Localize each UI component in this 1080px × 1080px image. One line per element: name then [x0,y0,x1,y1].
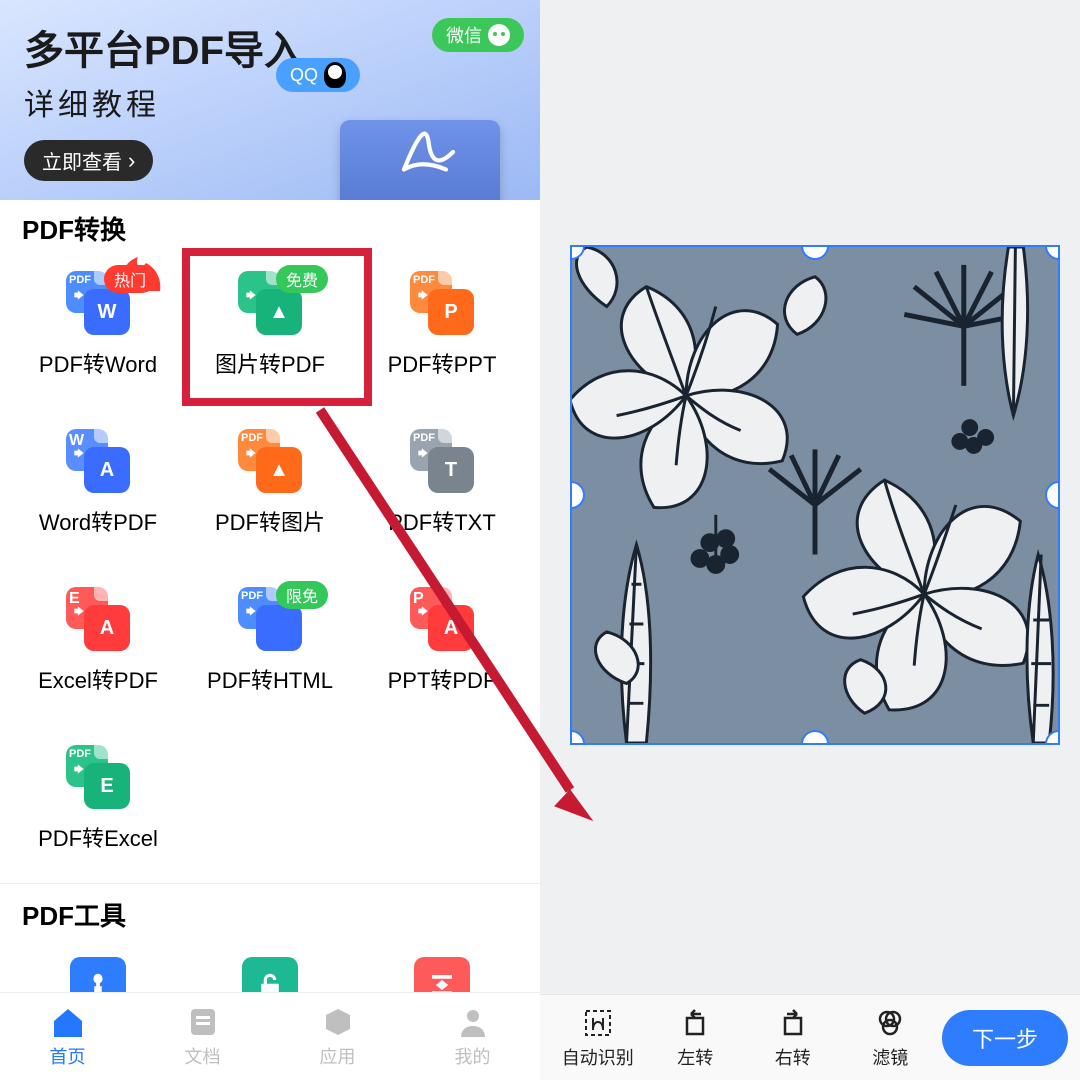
rotr-icon [776,1006,810,1040]
qq-label: QQ [290,65,318,86]
crop-action-rotr[interactable]: 右转 [747,1006,839,1070]
tab-label: 我的 [455,1043,491,1069]
tab-label: 应用 [320,1043,356,1069]
merge-icon [414,957,470,992]
tab-cube[interactable]: 应用 [318,1005,358,1069]
tutorial-highlight-box [182,248,372,406]
crop-action-label: 滤镜 [872,1044,908,1070]
crop-image[interactable] [572,247,1058,743]
convert-PDF转PPT[interactable]: PDF P PDF转PPT [356,271,528,379]
tool-PDF合并[interactable]: PDF合并 [356,957,528,992]
promo-banner[interactable]: 多平台PDF导入 详细教程 立即查看 QQ 微信 [0,0,540,200]
convert-icon: PDF P [410,271,474,335]
acrobat-icon [390,110,460,180]
convert-label: Excel转PDF [38,663,158,695]
crop-action-label: 右转 [775,1044,811,1070]
home-icon [48,1005,88,1039]
crop-action-auto[interactable]: 自动识别 [552,1006,644,1070]
hot-badge: 热门 [104,265,156,293]
home-screen: 多平台PDF导入 详细教程 立即查看 QQ 微信 PDF转换 热门 PDF W … [0,0,540,1080]
tab-bar: 首页 文档 应用 我的 [0,992,540,1080]
rotl-icon [678,1006,712,1040]
wechat-icon [488,24,510,46]
convert-Word转PDF[interactable]: W A Word转PDF [12,429,184,537]
next-button[interactable]: 下一步 [942,1010,1068,1066]
tab-label: 文档 [185,1043,221,1069]
convert-Excel转PDF[interactable]: E A Excel转PDF [12,587,184,695]
tools-grid: PDF加水印 PDF解密 PDF合并 [0,947,540,992]
banner-cta-button[interactable]: 立即查看 [24,140,153,181]
crop-frame[interactable] [570,245,1060,745]
convert-label: PDF转Excel [38,821,158,853]
convert-label: Word转PDF [39,505,157,537]
convert-icon: W A [66,429,130,493]
crop-action-label: 自动识别 [562,1044,634,1070]
crop-toolbar: 自动识别 左转 右转 滤镜 下一步 [540,994,1080,1080]
tool-PDF解密[interactable]: PDF解密 [184,957,356,992]
qq-icon [324,62,346,88]
tab-user[interactable]: 我的 [453,1005,493,1069]
user-icon [453,1005,493,1039]
cube-icon [318,1005,358,1039]
crop-action-rotl[interactable]: 左转 [650,1006,742,1070]
convert-icon: PDF ▲ [238,429,302,493]
tab-label: 首页 [50,1043,86,1069]
qq-bubble: QQ [276,58,360,92]
crop-action-filter[interactable]: 滤镜 [845,1006,937,1070]
stamp-icon [70,957,126,992]
crop-action-label: 左转 [677,1044,713,1070]
tutorial-arrow [310,400,610,845]
crop-screen: 自动识别 左转 右转 滤镜 下一步 [540,0,1080,1080]
convert-icon: PDF E [66,745,130,809]
doc-icon [183,1005,223,1039]
convert-PDF转Excel[interactable]: PDF E PDF转Excel [12,745,184,853]
convert-PDF转Word[interactable]: 热门 PDF W PDF转Word [12,271,184,379]
tab-home[interactable]: 首页 [48,1005,88,1069]
filter-icon [873,1006,907,1040]
section-tools-title: PDF工具 [0,890,540,947]
convert-label: PDF转PPT [388,347,497,379]
wechat-label: 微信 [446,22,482,48]
convert-label: PDF转图片 [215,505,325,537]
wechat-bubble: 微信 [432,18,524,52]
tab-doc[interactable]: 文档 [183,1005,223,1069]
unlock-icon [242,957,298,992]
convert-icon: E A [66,587,130,651]
tool-PDF加水印[interactable]: PDF加水印 [12,957,184,992]
auto-icon [581,1006,615,1040]
convert-label: PDF转Word [39,347,157,379]
